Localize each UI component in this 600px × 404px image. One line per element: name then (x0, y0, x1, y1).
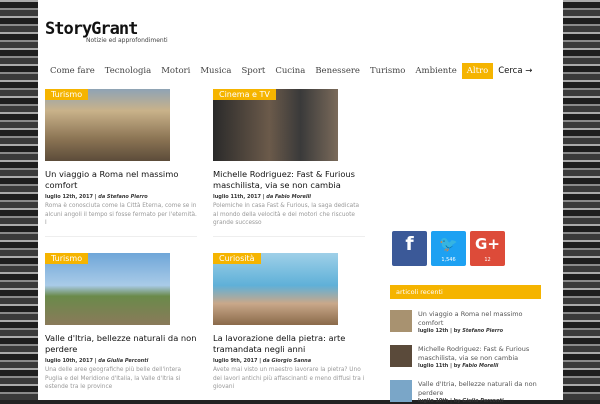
category-badge[interactable]: Cinema e TV (213, 89, 276, 100)
post-title[interactable]: Valle d'Itria, bellezze naturali da non … (45, 333, 197, 355)
recent-post-meta: luglio 11th | by Fabio Morelli (418, 363, 499, 369)
post-image[interactable]: Cinema e TV (213, 89, 338, 161)
post-author[interactable]: da Giorgio Sanna (263, 358, 311, 364)
recent-post[interactable]: Un viaggio a Roma nel massimo comfort lug… (390, 310, 545, 334)
post-meta: luglio 12th, 2017 | da Stefano Pierro (45, 194, 148, 200)
search-link[interactable]: Cerca → (493, 63, 537, 79)
post-title[interactable]: Michelle Rodriguez: Fast & Furious masch… (213, 169, 365, 191)
post-author[interactable]: da Giulia Perconti (98, 358, 148, 364)
nav-musica[interactable]: Musica (195, 63, 236, 79)
facebook-button[interactable]: f (392, 231, 427, 266)
recent-post-thumbnail[interactable] (390, 310, 412, 332)
post-image[interactable]: Turismo (45, 253, 170, 325)
post-date: luglio 10th, 2017 (45, 358, 93, 364)
google-plus-count: 12 (484, 257, 491, 263)
recent-post-meta: luglio 12th | by Stefano Pierro (418, 328, 504, 334)
post-excerpt: Una delle aree geografiche più belle del… (45, 367, 182, 390)
category-badge[interactable]: Curiosità (213, 253, 261, 264)
nav-ambiente[interactable]: Ambiente (410, 63, 461, 79)
recent-post-meta: luglio 10th | by Giulia Perconti (418, 398, 504, 404)
post-meta: luglio 10th, 2017 | da Giulia Perconti (45, 358, 149, 364)
background-newspaper-left (0, 0, 40, 400)
post-meta: luglio 11th, 2017 | da Fabio Morelli (213, 194, 312, 200)
recent-posts-header: articoli recenti (390, 285, 541, 299)
post-author[interactable]: da Stefano Pierro (98, 194, 148, 200)
nav-altro[interactable]: Altro (461, 63, 494, 79)
post-excerpt: Avete mai visto un maestro lavorare la p… (213, 367, 365, 390)
nav-turismo[interactable]: Turismo (365, 63, 410, 79)
post-title[interactable]: Un viaggio a Roma nel massimo comfort (45, 169, 197, 191)
divider (213, 236, 365, 237)
site-logo[interactable]: StoryGrant (45, 19, 138, 39)
nav-sport[interactable]: Sport (236, 63, 270, 79)
post-card: Curiosità La lavorazione della pietra: a… (213, 253, 365, 392)
recent-post-title[interactable]: Michelle Rodriguez: Fast & Furious masch… (418, 345, 545, 363)
post-card: Cinema e TV Michelle Rodriguez: Fast & F… (213, 89, 365, 228)
nav-cucina[interactable]: Cucina (270, 63, 310, 79)
divider (45, 236, 197, 237)
post-card: Turismo Un viaggio a Roma nel massimo co… (45, 89, 197, 228)
twitter-icon: 🐦 (439, 235, 458, 253)
post-image[interactable]: Curiosità (213, 253, 338, 325)
nav-tecnologia[interactable]: Tecnologia (100, 63, 156, 79)
recent-post-thumbnail[interactable] (390, 380, 412, 402)
background-newspaper-right (562, 0, 600, 400)
nav-come-fare[interactable]: Come fare (45, 63, 100, 79)
nav-benessere[interactable]: Benessere (310, 63, 365, 79)
main-nav: Come fare Tecnologia Motori Musica Sport… (45, 63, 537, 79)
post-excerpt: Roma è conosciuta come la Città Eterna, … (45, 203, 197, 226)
category-badge[interactable]: Turismo (45, 253, 89, 264)
post-meta: luglio 9th, 2017 | da Giorgio Sanna (213, 358, 312, 364)
twitter-button[interactable]: 🐦 1,546 (431, 231, 466, 266)
post-author[interactable]: da Fabio Morelli (266, 194, 311, 200)
nav-motori[interactable]: Motori (156, 63, 195, 79)
post-title[interactable]: La lavorazione della pietra: arte traman… (213, 333, 365, 355)
facebook-icon: f (405, 233, 414, 255)
google-plus-icon: G+ (475, 235, 500, 253)
post-date: luglio 9th, 2017 (213, 358, 258, 364)
post-date: luglio 12th, 2017 (45, 194, 93, 200)
site-tagline: Notizie ed approfondimenti (86, 37, 168, 44)
recent-post-title[interactable]: Valle d'Itria, bellezze naturali da non … (418, 380, 545, 398)
post-excerpt: Polemiche in casa Fast & Furious, la sag… (213, 203, 360, 226)
twitter-count: 1,546 (441, 257, 456, 263)
recent-post[interactable]: Michelle Rodriguez: Fast & Furious masch… (390, 345, 545, 369)
recent-post-title[interactable]: Un viaggio a Roma nel massimo comfort (418, 310, 545, 328)
page: StoryGrant Notizie ed approfondimenti Co… (38, 0, 563, 404)
post-card: Turismo Valle d'Itria, bellezze naturali… (45, 253, 197, 392)
recent-post[interactable]: Valle d'Itria, bellezze naturali da non … (390, 380, 545, 404)
category-badge[interactable]: Turismo (45, 89, 89, 100)
post-image[interactable]: Turismo (45, 89, 170, 161)
google-plus-button[interactable]: G+ 12 (470, 231, 505, 266)
recent-post-thumbnail[interactable] (390, 345, 412, 367)
post-date: luglio 11th, 2017 (213, 194, 261, 200)
